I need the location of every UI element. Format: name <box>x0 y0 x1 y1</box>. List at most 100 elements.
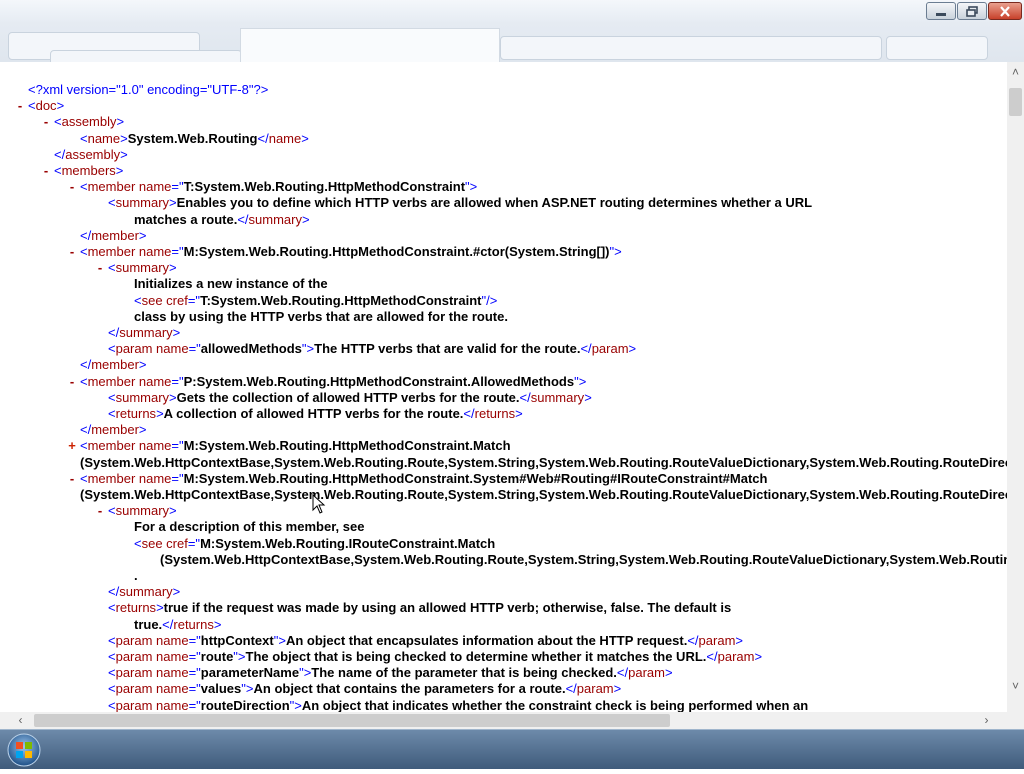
scroll-up-icon[interactable]: ˄ <box>1007 64 1024 81</box>
xml-tag: summary <box>119 325 173 340</box>
xml-tag: summary <box>119 584 173 599</box>
xml-pun: < <box>134 293 142 308</box>
xml-pun: > <box>138 228 147 243</box>
xml-pun: </ <box>519 390 531 405</box>
xml-pun: < <box>108 406 116 421</box>
xml-pun: </ <box>108 584 120 599</box>
xml-tag: member name <box>87 244 172 259</box>
scroll-down-icon[interactable]: ˅ <box>1007 678 1024 695</box>
horizontal-scrollbar[interactable]: ‹ › <box>0 712 1007 729</box>
xml-txt: An object that contains the parameters f… <box>253 681 566 696</box>
scroll-left-icon[interactable]: ‹ <box>12 712 29 729</box>
xml-line: (System.Web.HttpContextBase,System.Web.R… <box>80 487 1007 503</box>
xml-pun: =" <box>171 438 184 453</box>
vertical-scrollbar[interactable]: ˄ ˅ <box>1007 62 1024 712</box>
xml-tag: assembly <box>65 147 121 162</box>
xml-tag: param <box>698 633 736 648</box>
xml-tag: param <box>576 681 614 696</box>
xml-pun: > <box>754 649 763 664</box>
xml-tag: member name <box>87 438 172 453</box>
xml-tag: returns <box>115 600 157 615</box>
xml-pun: > <box>172 584 181 599</box>
tab-active[interactable] <box>240 28 500 62</box>
xml-line: </member> <box>80 228 147 244</box>
xml-line: </assembly> <box>54 147 128 163</box>
collapse-toggle-icon[interactable]: - <box>94 503 106 519</box>
xml-pun: > <box>156 600 164 615</box>
horizontal-scroll-thumb[interactable] <box>34 714 670 727</box>
collapse-toggle-icon[interactable]: - <box>40 163 52 179</box>
xml-val: M:System.Web.Routing.IRouteConstraint.Ma… <box>200 536 496 551</box>
xml-line: <param name="values">An object that cont… <box>108 681 621 697</box>
scroll-right-icon[interactable]: › <box>978 712 995 729</box>
xml-tag: member name <box>87 471 172 486</box>
xml-pun: </ <box>162 617 174 632</box>
xml-pun: > <box>120 131 128 146</box>
xml-tag: param name <box>115 698 189 712</box>
xml-pun: > <box>56 98 65 113</box>
xml-pun: < <box>108 195 116 210</box>
xml-pun: </ <box>463 406 475 421</box>
start-button[interactable] <box>4 731 44 769</box>
xml-txt: An object that indicates whether the con… <box>301 698 809 712</box>
xml-tag: member <box>91 228 139 243</box>
collapse-toggle-icon[interactable]: - <box>66 374 78 390</box>
xml-pun: > <box>735 633 743 648</box>
xml-pun: =" <box>171 374 184 389</box>
xml-line: <assembly> <box>54 114 124 130</box>
xml-tag: returns <box>115 406 157 421</box>
xml-pun: > <box>664 665 673 680</box>
collapse-toggle-icon[interactable]: - <box>66 244 78 260</box>
expand-toggle-icon[interactable]: + <box>66 438 78 454</box>
xml-pun: =" <box>188 649 201 664</box>
collapse-toggle-icon[interactable]: - <box>66 471 78 487</box>
xml-pun: < <box>108 698 116 712</box>
address-bar[interactable] <box>50 50 242 62</box>
restore-icon <box>966 5 978 17</box>
xml-tag: summary <box>115 260 170 275</box>
browser-chrome <box>0 0 1024 62</box>
xml-pun: =" <box>187 536 201 551</box>
xml-line: (System.Web.HttpContextBase,System.Web.R… <box>160 552 1007 568</box>
xml-pun: =" <box>188 341 201 356</box>
xml-pun: < <box>108 341 116 356</box>
windows-logo-icon <box>7 733 41 767</box>
collapse-toggle-icon[interactable]: - <box>66 179 78 195</box>
xml-pun: "/> <box>481 293 498 308</box>
xml-val: routeDirection <box>200 698 290 712</box>
collapse-toggle-icon[interactable]: - <box>14 98 26 114</box>
search-box[interactable] <box>886 36 988 60</box>
vertical-scroll-thumb[interactable] <box>1009 88 1022 116</box>
xml-pun: </ <box>80 422 92 437</box>
xml-tag: param name <box>115 681 189 696</box>
xml-tag: name <box>268 131 302 146</box>
xml-line: class by using the HTTP verbs that are a… <box>134 309 508 325</box>
minimize-button[interactable] <box>926 2 956 20</box>
collapse-toggle-icon[interactable]: - <box>94 260 106 276</box>
xml-pun: "> <box>301 341 315 356</box>
xml-pun: < <box>80 438 88 453</box>
xml-pun: < <box>108 633 116 648</box>
xml-line: <returns>A collection of allowed HTTP ve… <box>108 406 523 422</box>
xml-pun: "> <box>299 665 312 680</box>
xml-line: <summary>Enables you to define which HTT… <box>108 195 812 211</box>
xml-line: matches a route.</summary> <box>134 212 310 228</box>
xml-pun: =" <box>171 179 184 194</box>
mouse-cursor-icon <box>312 494 326 514</box>
xml-pun: < <box>80 471 88 486</box>
xml-val: allowedMethods <box>200 341 302 356</box>
xml-val: P:System.Web.Routing.HttpMethodConstrain… <box>183 374 575 389</box>
xml-pun: =" <box>188 665 201 680</box>
xml-document-view[interactable]: <?xml version="1.0" encoding="UTF-8"?> - <… <box>0 62 1007 712</box>
xml-tag: members <box>61 163 116 178</box>
xml-pun: </ <box>80 228 92 243</box>
taskbar <box>0 729 1024 769</box>
xml-tag: param <box>628 665 665 680</box>
restore-button[interactable] <box>957 2 987 20</box>
collapse-toggle-icon[interactable]: - <box>40 114 52 130</box>
xml-line: <doc> <box>28 98 64 114</box>
close-button[interactable] <box>988 2 1022 20</box>
xml-pun: > <box>120 147 128 162</box>
xml-pun: < <box>108 665 116 680</box>
xml-txt: Initializes a new instance of the <box>134 276 328 291</box>
